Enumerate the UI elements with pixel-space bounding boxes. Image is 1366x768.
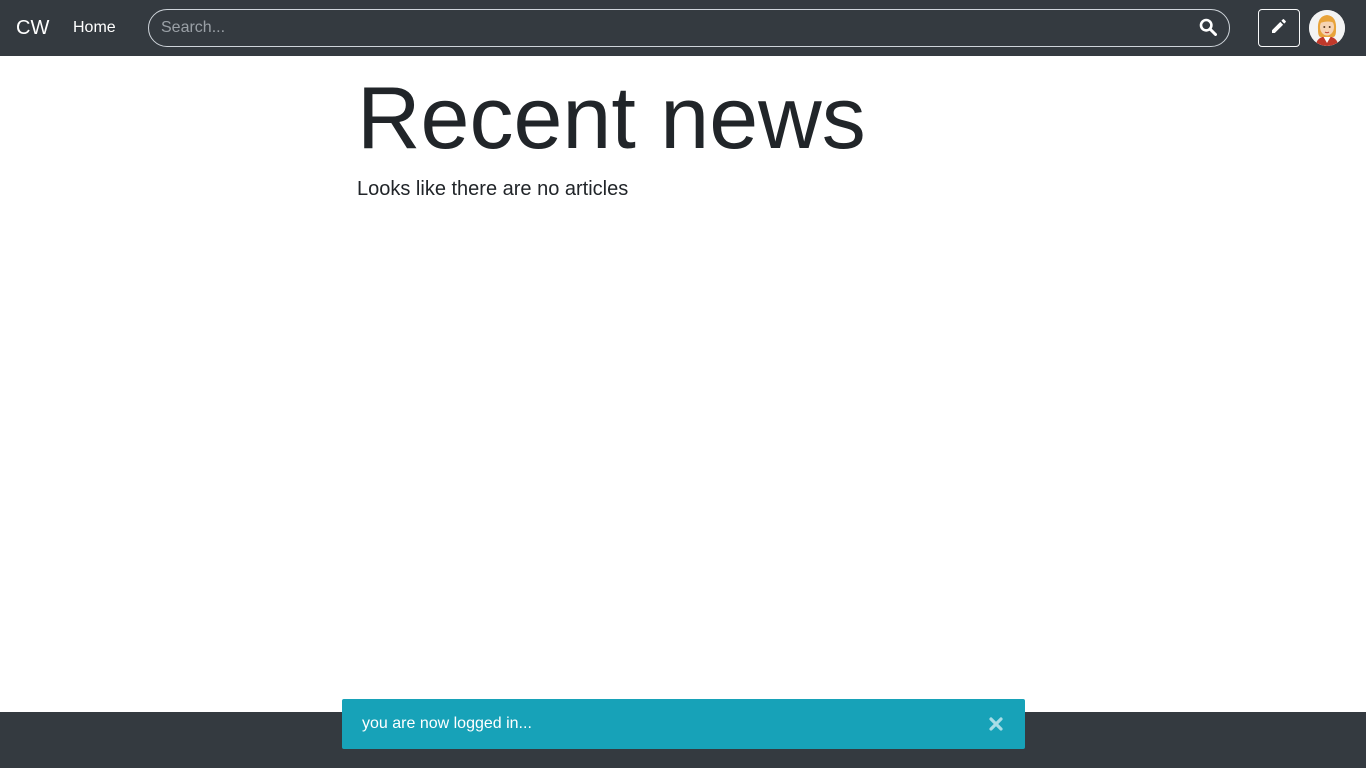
top-navbar: CW Home xyxy=(0,0,1366,56)
search-input[interactable] xyxy=(161,10,1191,46)
nav-link-home[interactable]: Home xyxy=(73,18,116,38)
login-toast: you are now logged in... xyxy=(342,699,1025,749)
close-icon[interactable] xyxy=(987,714,1005,734)
user-avatar[interactable] xyxy=(1309,10,1345,46)
search-bar xyxy=(148,9,1230,47)
search-icon[interactable] xyxy=(1199,18,1219,38)
page-title: Recent news xyxy=(357,68,866,167)
write-article-button[interactable] xyxy=(1258,9,1300,47)
toast-message: you are now logged in... xyxy=(362,715,532,732)
main-content: Recent news Looks like there are no arti… xyxy=(357,68,1009,202)
empty-state-message: Looks like there are no articles xyxy=(357,178,629,200)
brand-logo[interactable]: CW xyxy=(16,15,49,41)
pencil-icon xyxy=(1270,17,1288,40)
